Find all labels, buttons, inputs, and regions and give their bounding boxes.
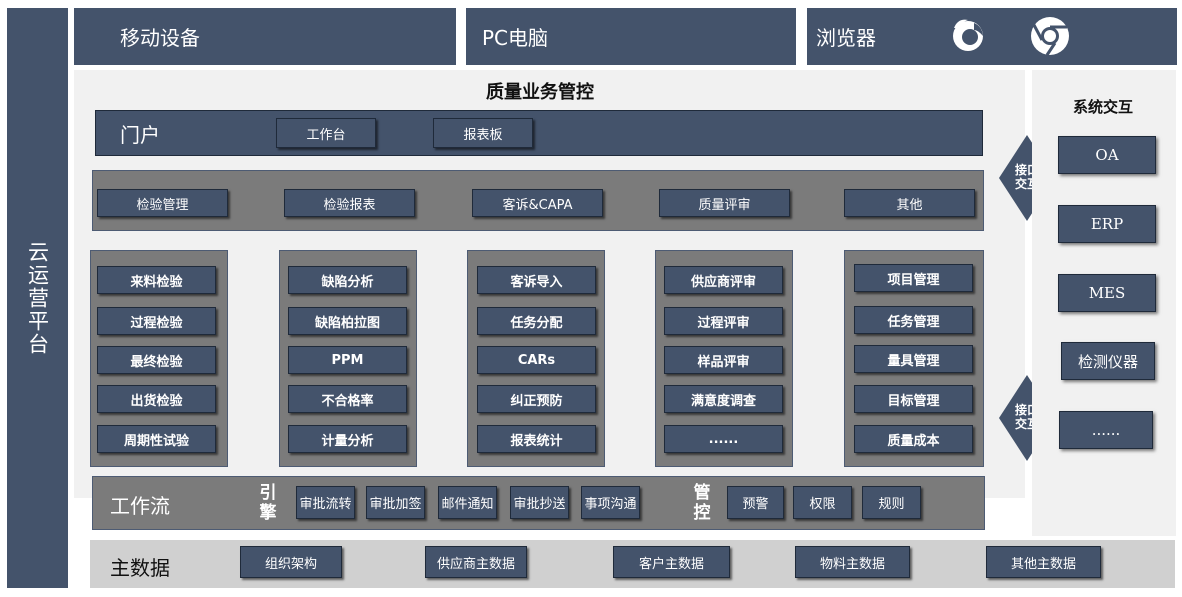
- system-more[interactable]: ......: [1059, 411, 1153, 449]
- list-item[interactable]: 过程评审: [664, 307, 783, 335]
- system-mes[interactable]: MES: [1058, 274, 1156, 312]
- list-item[interactable]: 不合格率: [288, 385, 407, 413]
- list-item[interactable]: PPM: [288, 346, 407, 374]
- system-interaction-title: 系统交互: [1072, 98, 1133, 116]
- engine-item-email-notify[interactable]: 邮件通知: [438, 486, 497, 519]
- list-item[interactable]: 量具管理: [854, 345, 973, 373]
- tab-workbench[interactable]: 工作台: [276, 118, 376, 148]
- module-other[interactable]: 其他: [844, 189, 975, 217]
- list-item[interactable]: 缺陷柏拉图: [288, 307, 407, 335]
- page-title: 质量业务管控: [486, 82, 594, 103]
- master-item-supplier[interactable]: 供应商主数据: [425, 546, 527, 578]
- cloud-platform-bar: 云运营平台: [7, 8, 68, 588]
- list-item[interactable]: 出货检验: [97, 385, 216, 413]
- list-item[interactable]: 客诉导入: [477, 266, 596, 294]
- module-inspection-report[interactable]: 检验报表: [284, 189, 415, 217]
- master-item-customer[interactable]: 客户主数据: [613, 546, 730, 578]
- list-item[interactable]: 目标管理: [854, 385, 973, 413]
- list-item[interactable]: 缺陷分析: [288, 266, 407, 294]
- device-mobile-label: 移动设备: [120, 26, 200, 50]
- device-mobile: 移动设备: [74, 8, 456, 65]
- list-item[interactable]: ......: [664, 425, 783, 453]
- device-browser: 浏览器: [807, 8, 1177, 65]
- module-quality-review[interactable]: 质量评审: [659, 189, 790, 217]
- portal-bar: [95, 110, 983, 156]
- portal-label: 门户: [120, 123, 160, 147]
- list-item[interactable]: 纠正预防: [477, 385, 596, 413]
- workflow-label: 工作流: [110, 494, 170, 518]
- system-erp[interactable]: ERP: [1058, 205, 1156, 243]
- master-item-other[interactable]: 其他主数据: [986, 546, 1101, 578]
- cloud-platform-label: 云运营平台: [25, 240, 50, 356]
- list-item[interactable]: 过程检验: [97, 307, 216, 335]
- list-item[interactable]: 质量成本: [854, 425, 973, 453]
- module-complaint-capa[interactable]: 客诉&CAPA: [472, 189, 603, 217]
- list-item[interactable]: 任务管理: [854, 306, 973, 334]
- engine-item-approval-cc[interactable]: 审批抄送: [510, 486, 569, 519]
- chrome-icon: [1029, 15, 1071, 57]
- device-pc: PC电脑: [466, 8, 796, 65]
- list-item[interactable]: 满意度调查: [664, 385, 783, 413]
- master-item-material[interactable]: 物料主数据: [795, 546, 910, 578]
- list-item[interactable]: 最终检验: [97, 346, 216, 374]
- firefox-icon: [948, 16, 988, 56]
- list-item[interactable]: 周期性试验: [97, 425, 216, 453]
- control-item-warning[interactable]: 预警: [727, 486, 784, 519]
- device-browser-label: 浏览器: [816, 26, 876, 50]
- master-item-org[interactable]: 组织架构: [240, 546, 342, 578]
- list-item[interactable]: 供应商评审: [664, 266, 783, 294]
- system-testing-instrument[interactable]: 检测仪器: [1061, 342, 1155, 380]
- module-inspection[interactable]: 检验管理: [97, 189, 228, 217]
- device-pc-label: PC电脑: [482, 26, 549, 50]
- system-oa[interactable]: OA: [1058, 136, 1156, 174]
- master-data-label: 主数据: [110, 556, 170, 580]
- engine-item-communication[interactable]: 事项沟通: [581, 486, 640, 519]
- list-item[interactable]: 报表统计: [477, 425, 596, 453]
- control-item-permission[interactable]: 权限: [793, 486, 852, 519]
- control-label: 管控: [693, 483, 711, 523]
- control-item-rules[interactable]: 规则: [862, 486, 921, 519]
- list-item[interactable]: 样品评审: [664, 346, 783, 374]
- engine-item-approval-flow[interactable]: 审批流转: [296, 486, 355, 519]
- tab-report-board[interactable]: 报表板: [433, 118, 533, 148]
- list-item[interactable]: CARs: [477, 346, 596, 374]
- list-item[interactable]: 计量分析: [288, 425, 407, 453]
- list-item[interactable]: 来料检验: [97, 266, 216, 294]
- engine-label: 引擎: [259, 483, 277, 523]
- list-item[interactable]: 任务分配: [477, 307, 596, 335]
- list-item[interactable]: 项目管理: [854, 264, 973, 292]
- engine-item-approval-sign[interactable]: 审批加签: [366, 486, 425, 519]
